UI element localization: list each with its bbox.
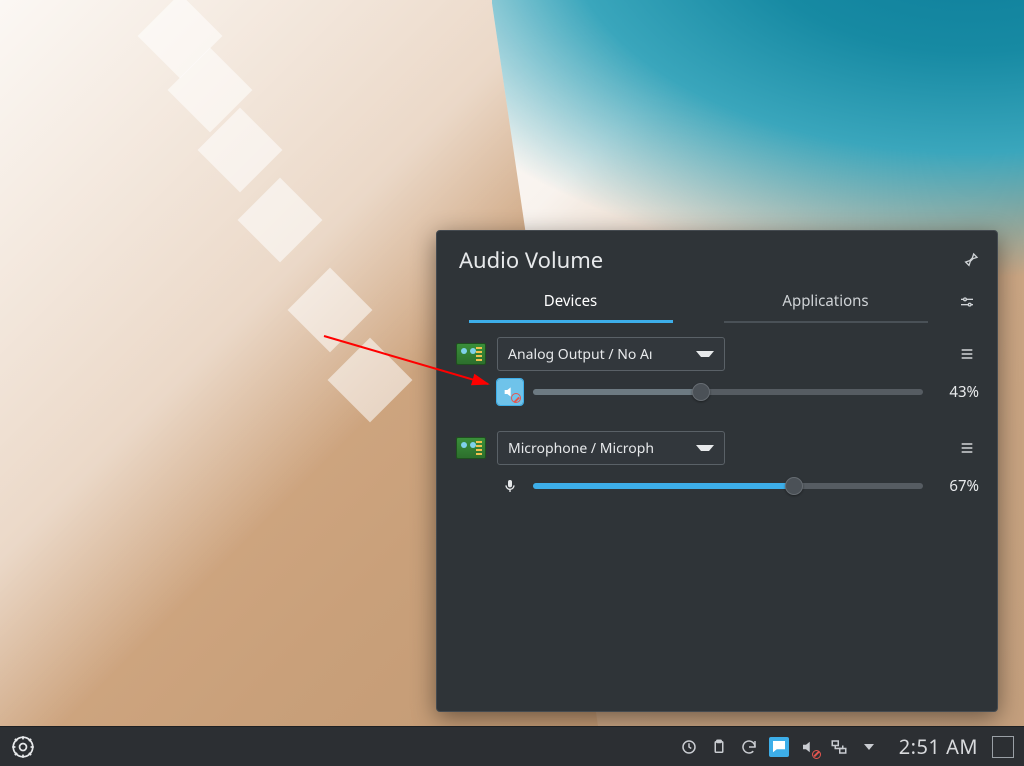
updates-icon[interactable]: [679, 737, 699, 757]
input-volume-value: 67%: [933, 476, 979, 496]
sliders-icon[interactable]: [953, 288, 981, 316]
sound-card-icon: [451, 437, 491, 459]
input-port-label: Microphone / Microph: [508, 439, 654, 458]
speaker-muted-icon[interactable]: [497, 379, 523, 405]
output-port-label: Analog Output / No Aı: [508, 345, 653, 364]
chevron-down-icon: [696, 351, 714, 357]
chat-icon[interactable]: [769, 737, 789, 757]
kde-gear-icon[interactable]: [6, 730, 40, 764]
taskbar-clock[interactable]: 2:51 AM: [889, 733, 988, 760]
pin-icon[interactable]: [963, 252, 979, 268]
slider-thumb[interactable]: [785, 477, 803, 495]
network-icon[interactable]: [829, 737, 849, 757]
taskbar: 2:51 AM: [0, 726, 1024, 766]
chevron-down-icon: [696, 445, 714, 451]
audio-volume-popup: Audio Volume Devices Applications Analog…: [436, 230, 998, 712]
system-tray: [669, 737, 889, 757]
popup-title: Audio Volume: [459, 245, 963, 275]
volume-muted-icon[interactable]: [799, 737, 819, 757]
hamburger-icon[interactable]: [955, 342, 979, 366]
output-volume-value: 43%: [933, 382, 979, 402]
input-volume-slider[interactable]: [533, 476, 923, 496]
hamburger-icon[interactable]: [955, 436, 979, 460]
sync-icon[interactable]: [739, 737, 759, 757]
slider-thumb[interactable]: [692, 383, 710, 401]
show-desktop-icon[interactable]: [992, 736, 1014, 758]
output-volume-slider[interactable]: [533, 382, 923, 402]
chevron-down-icon[interactable]: [859, 737, 879, 757]
microphone-icon[interactable]: [497, 473, 523, 499]
output-port-select[interactable]: Analog Output / No Aı: [497, 337, 725, 371]
clipboard-icon[interactable]: [709, 737, 729, 757]
tab-devices[interactable]: Devices: [443, 281, 698, 323]
device-output: Analog Output / No Aı 43%: [451, 337, 979, 405]
device-input: Microphone / Microph 67%: [451, 431, 979, 499]
sound-card-icon: [451, 343, 491, 365]
tabs: Devices Applications: [443, 281, 953, 323]
tab-applications[interactable]: Applications: [698, 281, 953, 323]
input-port-select[interactable]: Microphone / Microph: [497, 431, 725, 465]
